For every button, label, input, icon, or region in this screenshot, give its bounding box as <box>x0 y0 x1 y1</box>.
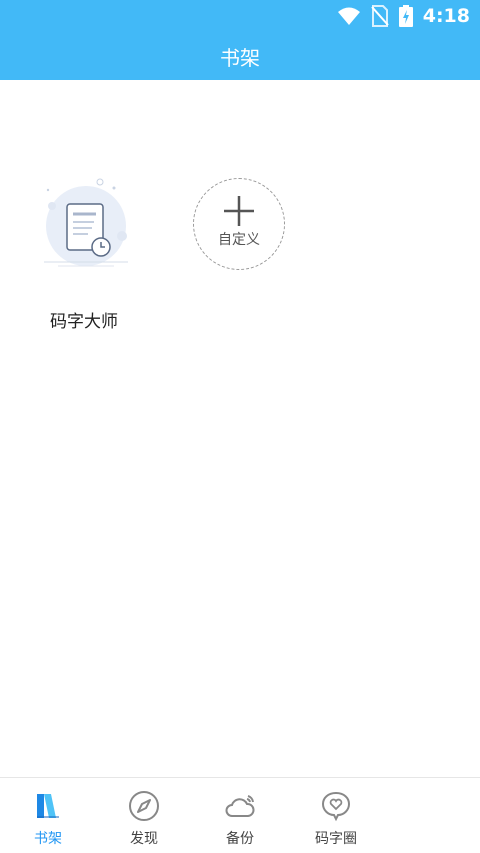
nav-label: 发现 <box>130 831 158 847</box>
app-bar: 书架 <box>0 32 480 80</box>
page-title: 书架 <box>220 45 260 70</box>
add-custom-book-button[interactable]: 自定义 <box>193 178 285 270</box>
chat-heart-icon <box>321 791 351 822</box>
plus-icon <box>224 196 254 226</box>
bottom-nav: 书架 发现 备份 码字圈 <box>0 777 480 853</box>
cloud-icon <box>225 795 255 817</box>
battery-icon <box>398 5 413 27</box>
nav-tab-discover[interactable]: 发现 <box>96 790 192 848</box>
nav-label: 书架 <box>34 831 62 847</box>
status-time: 4:18 <box>422 5 470 27</box>
nav-tab-writing-circle[interactable]: 码字圈 <box>288 790 384 848</box>
book-title[interactable]: 码字大师 <box>50 307 118 332</box>
nav-label: 码字圈 <box>315 831 357 847</box>
wifi-icon <box>337 7 360 25</box>
book-cover-illustration <box>44 178 128 267</box>
bookshelf-area: 码字大师 自定义 <box>0 80 480 777</box>
nav-label: 备份 <box>226 831 254 847</box>
no-sim-icon <box>370 5 389 27</box>
compass-icon <box>129 791 159 821</box>
book-item[interactable] <box>38 176 134 280</box>
status-bar: 4:18 <box>0 0 480 32</box>
nav-tab-backup[interactable]: 备份 <box>192 790 288 848</box>
add-custom-label: 自定义 <box>218 232 260 248</box>
bookshelf-icon <box>37 794 59 818</box>
nav-tab-bookshelf[interactable]: 书架 <box>0 790 96 848</box>
